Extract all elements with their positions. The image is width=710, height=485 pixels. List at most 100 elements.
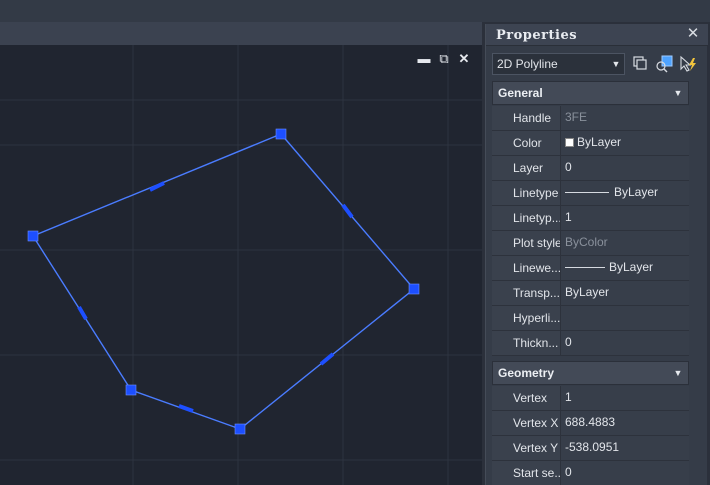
- select-objects-button[interactable]: [654, 54, 674, 74]
- chevron-down-icon: ▼: [673, 88, 683, 98]
- vertex-grip[interactable]: [275, 128, 287, 140]
- property-value-cell[interactable]: ByLayer: [561, 181, 689, 205]
- section-geometry-header[interactable]: Geometry ▼: [492, 361, 689, 385]
- property-label: Layer: [507, 156, 561, 180]
- property-row-transp[interactable]: Transp... ByLayer: [492, 281, 689, 306]
- property-value-cell[interactable]: ByLayer: [561, 256, 689, 280]
- line-sample-icon: [565, 192, 609, 193]
- property-row-vertex[interactable]: Vertex 1: [492, 386, 689, 411]
- property-label: Start se...: [507, 461, 561, 485]
- property-value-cell[interactable]: [561, 306, 689, 330]
- midpoint-grip[interactable]: [178, 404, 194, 413]
- property-value: 3FE: [565, 110, 588, 124]
- property-value: ByLayer: [614, 185, 659, 199]
- property-value: 1: [565, 390, 572, 404]
- viewport-minimize-button[interactable]: ▬: [417, 52, 431, 66]
- property-value: ByLayer: [565, 285, 610, 299]
- property-label: Linetyp...: [507, 206, 561, 230]
- midpoint-grips[interactable]: [77, 181, 354, 413]
- property-row-vertex-x[interactable]: Vertex X 688.4883: [492, 411, 689, 436]
- properties-header[interactable]: Properties ✕: [486, 24, 708, 46]
- property-value: 0: [565, 160, 572, 174]
- property-value: 1: [565, 210, 572, 224]
- vertex-grips[interactable]: [27, 128, 420, 435]
- section-general-label: General: [498, 86, 543, 100]
- property-value: 0: [565, 335, 572, 349]
- vertex-grip[interactable]: [27, 230, 39, 242]
- row-gutter: [492, 231, 507, 255]
- section-general-header[interactable]: General ▼: [492, 81, 689, 105]
- property-value-cell[interactable]: -538.0951: [561, 436, 689, 460]
- viewport-restore-button[interactable]: ⧉: [437, 52, 451, 66]
- vertex-grip[interactable]: [234, 423, 246, 435]
- property-label: Color: [507, 131, 561, 155]
- property-value-cell[interactable]: 3FE: [561, 106, 689, 130]
- row-gutter: [492, 436, 507, 460]
- row-gutter: [492, 131, 507, 155]
- row-gutter: [492, 206, 507, 230]
- grid: [0, 45, 482, 485]
- row-gutter: [492, 306, 507, 330]
- property-row-hyperli[interactable]: Hyperli...: [492, 306, 689, 331]
- property-row-handle[interactable]: Handle 3FE: [492, 106, 689, 131]
- general-property-rows: Handle 3FE Color ByLayer Layer 0 Linetype ByLay…: [492, 106, 689, 356]
- property-label: Hyperli...: [507, 306, 561, 330]
- object-type-select[interactable]: 2D Polyline ▼: [492, 53, 625, 75]
- property-value: ByLayer: [609, 260, 654, 274]
- row-gutter: [492, 156, 507, 180]
- property-label: Vertex X: [507, 411, 561, 435]
- property-value-cell[interactable]: ByLayer: [561, 131, 689, 155]
- row-gutter: [492, 181, 507, 205]
- property-row-linewe[interactable]: Linewe... ByLayer: [492, 256, 689, 281]
- geometry-property-rows: Vertex 1 Vertex X 688.4883 Vertex Y -538.0951…: [492, 386, 689, 485]
- properties-title: Properties: [496, 28, 578, 43]
- property-label: Handle: [507, 106, 561, 130]
- viewport-close-button[interactable]: ✕: [457, 52, 471, 66]
- property-value: -538.0951: [565, 440, 620, 454]
- row-gutter: [492, 281, 507, 305]
- property-row-start-se[interactable]: Start se... 0: [492, 461, 689, 485]
- property-value-cell[interactable]: 1: [561, 386, 689, 410]
- property-row-linetyp[interactable]: Linetyp... 1: [492, 206, 689, 231]
- property-label: Vertex: [507, 386, 561, 410]
- property-value-cell[interactable]: ByColor: [561, 231, 689, 255]
- application-title-strip: [0, 0, 710, 22]
- row-gutter: [492, 256, 507, 280]
- drawing-tab-strip[interactable]: [0, 22, 482, 45]
- midpoint-grip[interactable]: [77, 305, 88, 321]
- property-value-cell[interactable]: ByLayer: [561, 281, 689, 305]
- property-value-cell[interactable]: 1: [561, 206, 689, 230]
- row-gutter: [492, 411, 507, 435]
- pickadd-cursor-icon: [680, 55, 696, 72]
- row-gutter: [492, 106, 507, 130]
- property-value-cell[interactable]: 0: [561, 461, 689, 485]
- property-row-vertex-y[interactable]: Vertex Y -538.0951: [492, 436, 689, 461]
- drawing-viewport[interactable]: [0, 45, 482, 485]
- selected-polyline[interactable]: [31, 133, 416, 430]
- toggle-pickadd-button[interactable]: [678, 54, 698, 74]
- vertex-grip[interactable]: [408, 283, 420, 295]
- midpoint-grip[interactable]: [341, 203, 354, 219]
- drawing-canvas[interactable]: [0, 45, 482, 485]
- property-value: 688.4883: [565, 415, 616, 429]
- property-value-cell[interactable]: 0: [561, 156, 689, 180]
- property-label: Plot style: [507, 231, 561, 255]
- quick-select-button[interactable]: [630, 54, 650, 74]
- vertex-grip[interactable]: [125, 384, 137, 396]
- properties-close-button[interactable]: ✕: [686, 26, 700, 42]
- property-row-layer[interactable]: Layer 0: [492, 156, 689, 181]
- property-row-thickn[interactable]: Thickn... 0: [492, 331, 689, 356]
- properties-panel: Properties ✕ 2D Polyline ▼ General ▼ Han…: [485, 24, 708, 485]
- property-value: ByLayer: [577, 135, 622, 149]
- quick-select-icon: [633, 56, 647, 70]
- property-label: Linewe...: [507, 256, 561, 280]
- property-label: Vertex Y: [507, 436, 561, 460]
- property-value-cell[interactable]: 0: [561, 331, 689, 355]
- property-row-linetype[interactable]: Linetype ByLayer: [492, 181, 689, 206]
- row-gutter: [492, 331, 507, 355]
- object-type-value: 2D Polyline: [497, 57, 558, 71]
- property-row-color[interactable]: Color ByLayer: [492, 131, 689, 156]
- property-value-cell[interactable]: 688.4883: [561, 411, 689, 435]
- property-row-plot-style[interactable]: Plot style ByColor: [492, 231, 689, 256]
- property-label: Transp...: [507, 281, 561, 305]
